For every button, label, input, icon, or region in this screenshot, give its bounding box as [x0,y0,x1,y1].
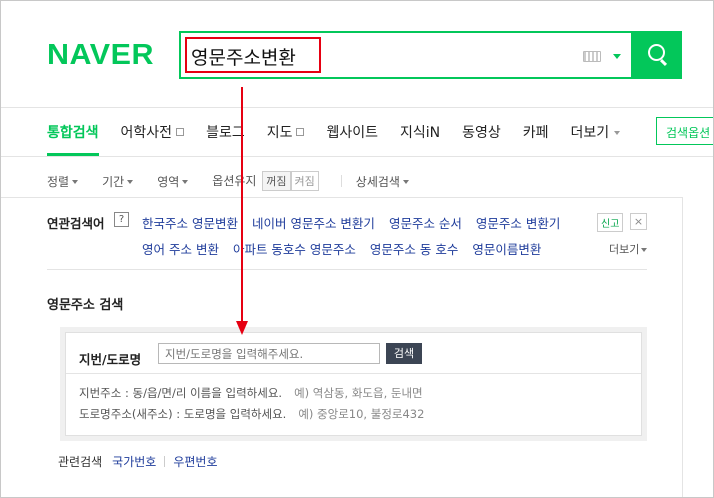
search-button[interactable] [633,31,682,79]
filter-label: 영역 [157,174,180,189]
tabs-divider [1,156,713,157]
caret-down-icon [402,179,409,184]
tab-label: 지도 [266,125,293,141]
toggle-on-option[interactable]: 켜짐 [290,171,319,191]
tab-dictionary[interactable]: 어학사전 [121,122,185,142]
tab-blog[interactable]: 블로그 [206,122,245,142]
related-link[interactable]: 영문주소 동 호수 [370,239,458,258]
address-search-button[interactable]: 검색 [386,343,422,364]
content-right-border [682,197,683,497]
tab-cafe[interactable]: 카페 [523,122,549,142]
popup-icon [176,128,185,136]
tab-label: 어학사전 [120,125,173,141]
jibun-hint: 지번주소 : 동/읍/면/리 이름을 입력하세요. 예) 역삼동, 화도읍, 둔내… [79,385,423,401]
keep-option: 옵션유지 꺼짐 켜짐 [212,171,319,191]
hint-example: 예) 역삼동, 화도읍, 둔내면 [294,386,423,400]
more-label: 더보기 [609,243,640,256]
tab-map[interactable]: 지도 [267,122,305,142]
naver-logo[interactable]: NAVER [47,39,154,72]
keep-option-label: 옵션유지 [212,174,257,188]
related-link[interactable]: 한국주소 영문변환 [142,213,238,232]
area-filter[interactable]: 영역 [157,173,189,190]
caret-down-icon [641,248,648,252]
annotation-arrow-head [236,321,248,335]
filter-label: 상세검색 [355,174,400,189]
address-input[interactable] [158,343,380,364]
annotation-arrow-line [241,87,243,323]
period-filter[interactable]: 기간 [102,173,134,190]
popup-icon [296,128,305,136]
close-icon[interactable]: × [630,213,647,230]
related-row-2: 영어 주소 변환 아파트 동호수 영문주소 영문주소 동 호수 영문이름변환 [142,239,555,258]
caret-down-icon [182,179,189,184]
related-row-1: 한국주소 영문변환 네이버 영문주소 변환기 영문주소 순서 영문주소 변환기 [142,213,574,232]
tab-integrated[interactable]: 통합검색 [47,122,99,142]
page-frame: NAVER 영문주소변환 통합검색 어학사전 블로그 지도 웹사이트 지식iN … [0,0,714,498]
postal-code-link[interactable]: 우편번호 [173,453,217,470]
related-divider [47,269,647,270]
caret-down-icon [127,179,134,184]
toggle-off-option[interactable]: 꺼짐 [262,171,291,191]
related-link[interactable]: 영어 주소 변환 [142,239,219,258]
related-searches-title: 연관검색어 [47,216,105,231]
related-link[interactable]: 아파트 동호수 영문주소 [233,239,356,258]
hint-text: 도로명주소(새주소) : 도로명을 입력하세요. [79,407,287,421]
chevron-down-icon[interactable] [613,54,621,59]
sort-filter[interactable]: 정렬 [47,173,79,190]
address-type-label: 지번/도로명 [79,352,142,367]
tab-label: 더보기 [570,125,610,141]
search-icon-handle [659,58,668,67]
detail-search-filter[interactable]: 상세검색 [356,173,409,190]
caret-down-icon [72,179,79,184]
search-options-button[interactable]: 검색옵션 [656,117,713,145]
address-search-inner: 지번/도로명 검색 지번주소 : 동/읍/면/리 이름을 입력하세요. 예) 역삼… [65,332,642,436]
related-link[interactable]: 영문이름변환 [472,239,541,258]
search-box[interactable]: 영문주소변환 [179,31,633,79]
tab-video[interactable]: 동영상 [462,122,501,142]
search-query-text[interactable]: 영문주소변환 [191,43,296,70]
caret-down-icon [614,131,621,135]
related-link[interactable]: 영문주소 순서 [389,213,462,232]
tab-kin[interactable]: 지식iN [400,122,440,142]
hint-example: 예) 중앙로10, 불정로432 [298,407,425,421]
panel-divider [66,373,641,374]
filter-label: 기간 [102,174,125,189]
address-search-panel: 지번/도로명 검색 지번주소 : 동/읍/면/리 이름을 입력하세요. 예) 역삼… [60,327,647,441]
related-footer-label: 관련검색 [58,455,103,469]
filters-divider [1,197,682,198]
tab-more[interactable]: 더보기 [571,122,621,142]
hint-text: 지번주소 : 동/읍/면/리 이름을 입력하세요. [79,386,283,400]
divider [340,175,342,187]
help-icon[interactable]: ? [114,212,129,227]
related-link[interactable]: 영문주소 변환기 [476,213,560,232]
related-link[interactable]: 네이버 영문주소 변환기 [252,213,375,232]
keyboard-icon[interactable] [583,51,601,62]
header-divider [1,107,713,108]
report-button[interactable]: 신고 [597,213,624,232]
address-search-title: 영문주소 검색 [47,298,124,313]
filter-bar: 정렬 기간 영역 옵션유지 꺼짐 켜짐 상세검색 [47,171,433,191]
search-tabs: 통합검색 어학사전 블로그 지도 웹사이트 지식iN 동영상 카페 더보기 [47,122,642,142]
road-hint: 도로명주소(새주소) : 도로명을 입력하세요. 예) 중앙로10, 불정로432 [79,406,424,422]
keep-option-toggle[interactable]: 꺼짐 켜짐 [262,171,319,191]
related-footer: 관련검색 국가번호 우편번호 [58,453,218,470]
divider [164,456,166,467]
filter-label: 정렬 [47,174,70,189]
tab-website[interactable]: 웹사이트 [326,122,378,142]
related-more-button[interactable]: 더보기 [609,241,648,257]
country-code-link[interactable]: 국가번호 [112,453,156,470]
